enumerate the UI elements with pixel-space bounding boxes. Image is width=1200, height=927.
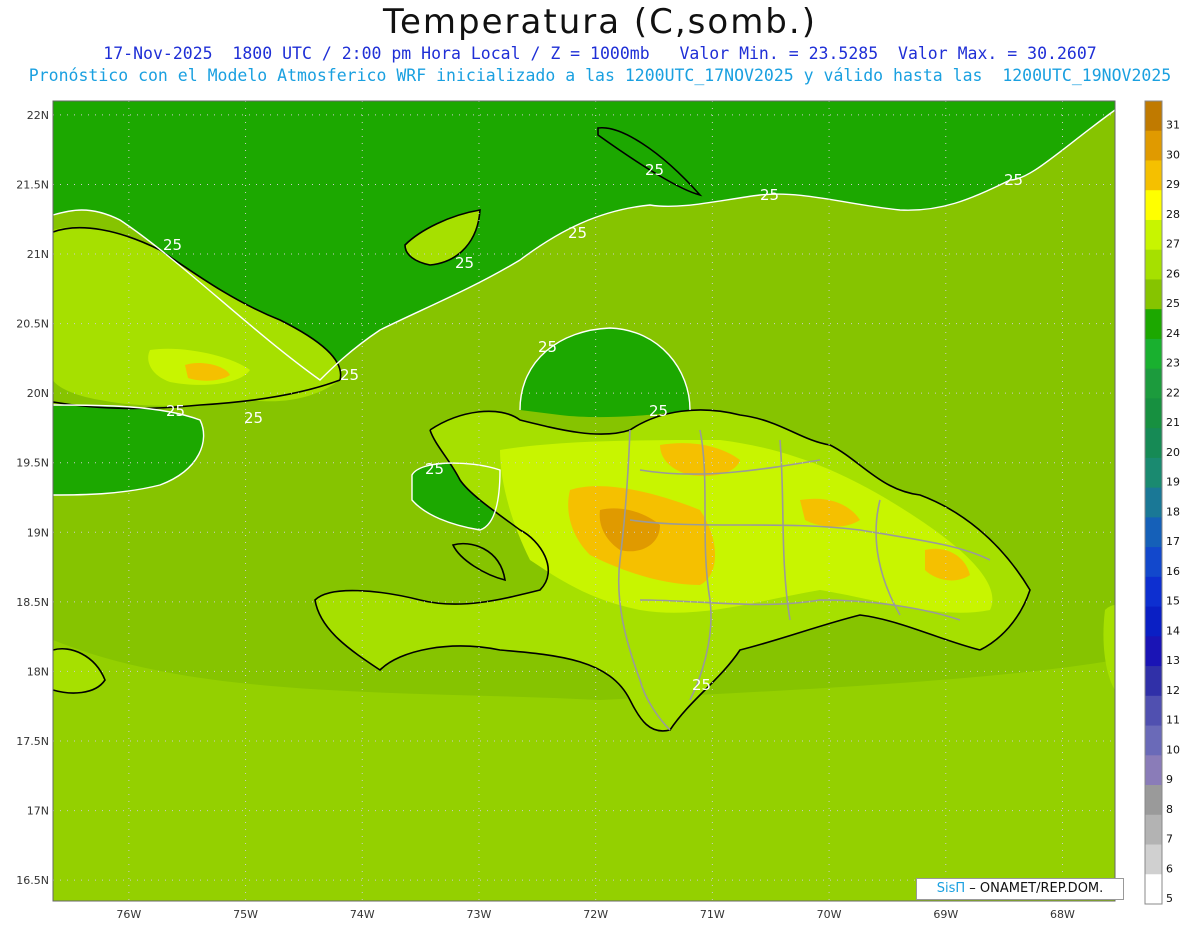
colorbar-label: 18 xyxy=(1166,505,1180,518)
colorbar: 31 30 29 28 27 26 25 24 23 22 21 20 19 18 17 16 15 14 13 12… xyxy=(1144,100,1180,905)
colorbar-swatch xyxy=(1145,547,1162,578)
contour-label: 25 xyxy=(244,409,263,427)
contour-label: 25 xyxy=(1004,171,1023,189)
colorbar-label: 16 xyxy=(1166,565,1180,578)
colorbar-label: 28 xyxy=(1166,208,1180,221)
colorbar-label: 10 xyxy=(1166,743,1180,756)
lat-tick-label: 17.5N xyxy=(16,735,49,748)
colorbar-swatch xyxy=(1145,755,1162,786)
colorbar-label: 27 xyxy=(1166,238,1180,251)
colorbar-label: 8 xyxy=(1166,803,1173,816)
colorbar-swatch xyxy=(1145,785,1162,816)
colorbar-swatch xyxy=(1145,725,1162,756)
colorbar-label: 11 xyxy=(1166,714,1180,727)
lat-tick-label: 19.5N xyxy=(16,457,49,470)
contour-label: 25 xyxy=(455,254,474,272)
colorbar-swatch xyxy=(1145,279,1162,310)
contour-label: 25 xyxy=(649,402,668,420)
colorbar-swatch xyxy=(1145,606,1162,637)
colorbar-label: 30 xyxy=(1166,148,1180,161)
temperature-map: 25 25 25 25 25 25 25 25 25 25 25 25 25 2… xyxy=(16,100,1180,921)
lat-tick-label: 16.5N xyxy=(16,874,49,887)
colorbar-swatch xyxy=(1145,338,1162,370)
colorbar-swatch xyxy=(1145,874,1162,905)
lat-tick-label: 18N xyxy=(27,665,49,678)
colorbar-label: 23 xyxy=(1166,357,1180,370)
colorbar-label: 12 xyxy=(1166,684,1180,697)
colorbar-label: 14 xyxy=(1166,624,1180,637)
lon-tick-label: 73W xyxy=(467,908,492,921)
colorbar-swatch xyxy=(1145,130,1162,161)
colorbar-swatch xyxy=(1145,695,1162,727)
colorbar-label: 25 xyxy=(1166,297,1180,310)
colorbar-swatch xyxy=(1145,249,1162,280)
lat-tick-label: 18.5N xyxy=(16,596,49,609)
lat-tick-label: 20N xyxy=(27,387,49,400)
colorbar-label: 20 xyxy=(1166,446,1180,459)
contour-label: 25 xyxy=(425,460,444,478)
colorbar-label: 9 xyxy=(1166,773,1173,786)
lon-tick-label: 75W xyxy=(233,908,258,921)
colorbar-label: 13 xyxy=(1166,654,1180,667)
contour-label: 25 xyxy=(645,161,664,179)
lat-tick-label: 19N xyxy=(27,526,49,539)
credit-box: SisΠ – ONAMET/REP.DOM. xyxy=(916,878,1124,900)
colorbar-swatch xyxy=(1145,160,1162,191)
colorbar-swatch xyxy=(1145,844,1162,875)
lat-tick-label: 20.5N xyxy=(16,318,49,331)
colorbar-swatch xyxy=(1145,517,1162,548)
colorbar-swatch xyxy=(1145,636,1162,667)
lat-tick-label: 17N xyxy=(27,805,49,818)
lon-tick-label: 71W xyxy=(700,908,725,921)
colorbar-swatch xyxy=(1145,576,1162,608)
credit-brand: SisΠ xyxy=(936,881,966,896)
colorbar-swatch xyxy=(1145,487,1162,518)
contour-label: 25 xyxy=(163,236,182,254)
colorbar-swatch xyxy=(1145,219,1162,251)
colorbar-swatch xyxy=(1145,190,1162,221)
lon-tick-label: 74W xyxy=(350,908,375,921)
contour-label: 25 xyxy=(538,338,557,356)
colorbar-swatch xyxy=(1145,457,1162,489)
colorbar-swatch xyxy=(1145,398,1162,429)
colorbar-swatch xyxy=(1145,368,1162,399)
lon-axis-labels: 76W 75W 74W 73W 72W 71W 70W 69W 68W xyxy=(116,908,1075,921)
colorbar-label: 21 xyxy=(1166,416,1180,429)
lon-tick-label: 76W xyxy=(116,908,141,921)
lat-axis-labels: 22N 21.5N 21N 20.5N 20N 19.5N 19N 18.5N 18N 17.5N… xyxy=(16,109,49,887)
lon-tick-label: 68W xyxy=(1050,908,1075,921)
colorbar-label: 17 xyxy=(1166,535,1180,548)
colorbar-label: 31 xyxy=(1166,119,1180,132)
lon-tick-label: 70W xyxy=(817,908,842,921)
contour-label: 25 xyxy=(166,402,185,420)
colorbar-label: 19 xyxy=(1166,476,1180,489)
colorbar-swatch xyxy=(1145,309,1162,340)
lat-tick-label: 22N xyxy=(27,109,49,122)
lon-tick-label: 72W xyxy=(583,908,608,921)
colorbar-label: 7 xyxy=(1166,833,1173,846)
credit-text: – ONAMET/REP.DOM. xyxy=(965,881,1104,896)
colorbar-label: 5 xyxy=(1166,892,1173,905)
colorbar-label: 22 xyxy=(1166,386,1180,399)
colorbar-swatch xyxy=(1145,101,1162,132)
lon-tick-label: 69W xyxy=(933,908,958,921)
colorbar-swatch xyxy=(1145,428,1162,459)
lat-tick-label: 21.5N xyxy=(16,178,49,191)
contour-label: 25 xyxy=(760,186,779,204)
contour-label: 25 xyxy=(340,366,359,384)
colorbar-label: 26 xyxy=(1166,267,1180,280)
colorbar-label: 29 xyxy=(1166,178,1180,191)
colorbar-label: 15 xyxy=(1166,595,1180,608)
colorbar-swatch xyxy=(1145,814,1162,846)
contour-label: 25 xyxy=(692,676,711,694)
lat-tick-label: 21N xyxy=(27,248,49,261)
colorbar-label: 24 xyxy=(1166,327,1180,340)
contour-label: 25 xyxy=(568,224,587,242)
colorbar-label: 6 xyxy=(1166,862,1173,875)
colorbar-swatch xyxy=(1145,666,1162,697)
